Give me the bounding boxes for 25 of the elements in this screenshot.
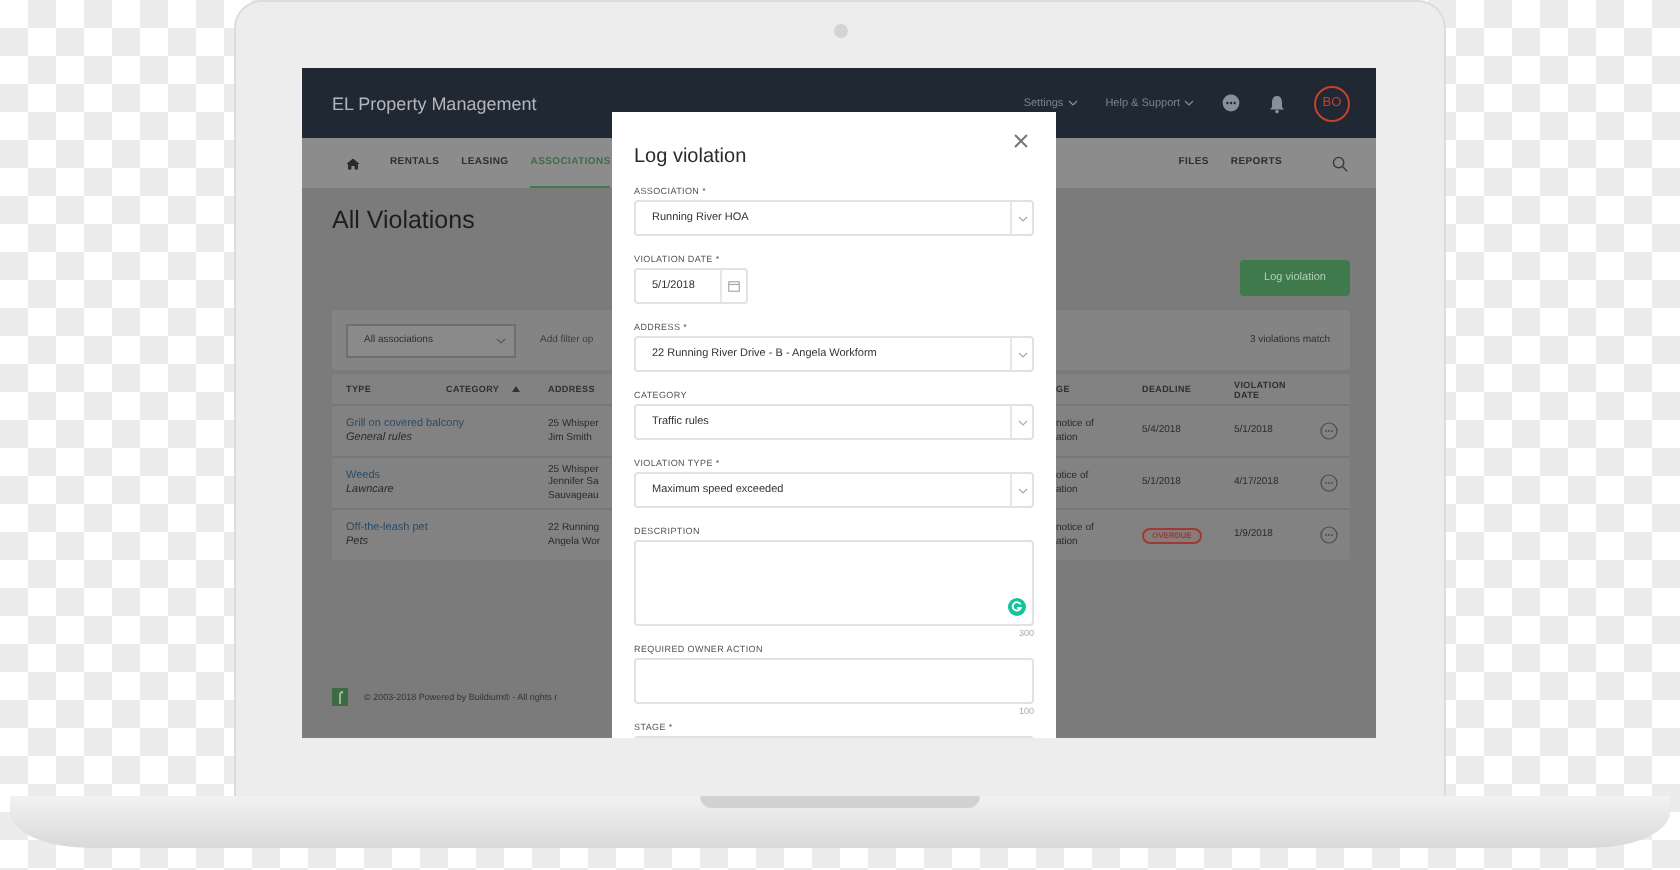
chat-icon[interactable]	[1222, 94, 1240, 112]
more-icon[interactable]	[1320, 422, 1338, 440]
chevron-icon	[1017, 215, 1027, 221]
sort-up-icon[interactable]	[511, 386, 520, 392]
chevron-icon	[1184, 100, 1194, 106]
app-title: EL Property Management	[332, 93, 537, 113]
calendar-icon	[728, 280, 740, 292]
close-icon[interactable]	[1014, 134, 1028, 148]
text-area[interactable]	[634, 540, 1034, 626]
more-icon[interactable]	[1320, 474, 1338, 492]
chevron-icon	[1067, 100, 1078, 106]
more-icon[interactable]	[1320, 526, 1338, 544]
grammar-check-icon[interactable]	[1008, 598, 1026, 616]
page-title: All Violations	[332, 206, 475, 234]
search-icon[interactable]	[1332, 155, 1348, 171]
dialog-title: Log violation	[634, 146, 747, 168]
chevron-icon	[1017, 351, 1027, 357]
camera-dot	[834, 24, 848, 38]
chevron-icon	[1017, 419, 1027, 425]
home-icon[interactable]	[346, 157, 360, 169]
logo-icon	[332, 688, 348, 706]
chevron-icon	[1017, 487, 1027, 493]
text-area[interactable]	[634, 658, 1034, 704]
chevron-icon	[496, 337, 506, 343]
bell-icon[interactable]	[1268, 93, 1286, 113]
